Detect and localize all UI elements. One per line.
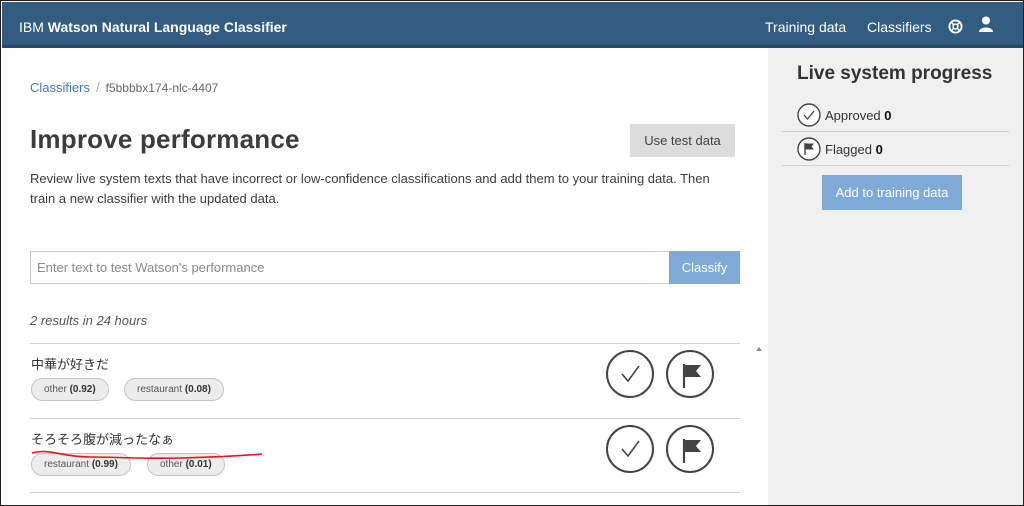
approve-button[interactable] [606,350,654,398]
breadcrumb-separator: / [95,80,100,95]
results-summary: 2 results in 24 hours [30,313,148,328]
flagged-text: Flagged [825,142,872,157]
breadcrumb-current: f5bbbbx174-nlc-4407 [105,81,219,95]
nav-classifiers[interactable]: Classifiers [867,19,932,35]
class-name: other [44,384,67,395]
approved-text: Approved [825,108,881,123]
class-confidence: (0.92) [69,384,96,395]
result-text: 中華が好きだ [31,358,110,373]
user-icon[interactable] [979,16,993,32]
use-test-data-button[interactable]: Use test data [630,124,735,157]
approved-check-icon [797,103,821,127]
checkmark-icon [621,440,640,458]
flagged-count: 0 [875,142,883,157]
result-row: 中華が好きだ other (0.92) restaurant (0.08) [30,343,740,418]
class-name: restaurant [137,384,183,395]
page-description: Review live system texts that have incor… [30,171,710,206]
scroll-up-arrow-icon[interactable] [754,344,764,354]
flagged-row: Flagged 0 [782,133,1009,166]
breadcrumb: Classifiers / f5bbbbx174-nlc-4407 [30,80,218,95]
flag-icon [682,439,701,463]
red-annotation-underline [31,450,263,460]
approved-row: Approved 0 [782,99,1009,132]
flagged-label: Flagged 0 [825,142,883,157]
page-title: Improve performance [30,124,300,154]
flagged-flag-icon [797,137,821,161]
approved-count: 0 [884,108,892,123]
test-text-input[interactable] [30,251,670,284]
sidebar-title: Live system progress [797,63,993,84]
result-text: そろそろ腹が減ったなぁ [31,433,175,448]
help-icon[interactable] [948,19,963,34]
flag-button[interactable] [666,425,714,473]
main-content: Classifiers / f5bbbbx174-nlc-4407 Improve … [2,48,767,505]
approve-button[interactable] [606,425,654,473]
live-progress-sidebar: Live system progress Approved 0 Flagged … [768,48,1023,505]
class-confidence: (0.08) [184,384,211,395]
brand-name: Watson Natural Language Classifier [47,19,287,35]
top-navigation-bar: IBM Watson Natural Language Classifier T… [2,2,1023,48]
breadcrumb-classifiers-link[interactable]: Classifiers [30,80,90,95]
nav-training-data[interactable]: Training data [765,19,846,35]
flag-icon [682,364,701,388]
flag-button[interactable] [666,350,714,398]
brand-prefix: IBM [19,19,44,35]
class-pill-other[interactable]: other (0.92) [31,378,109,401]
approved-label: Approved 0 [825,108,892,123]
classify-button[interactable]: Classify [669,251,740,284]
add-to-training-data-button[interactable]: Add to training data [822,175,962,210]
app-window: IBM Watson Natural Language Classifier T… [0,0,1024,506]
brand-title[interactable]: IBM Watson Natural Language Classifier [19,19,287,35]
checkmark-icon [621,365,640,383]
classify-form: Classify [30,251,740,284]
class-pill-restaurant[interactable]: restaurant (0.08) [124,378,224,401]
